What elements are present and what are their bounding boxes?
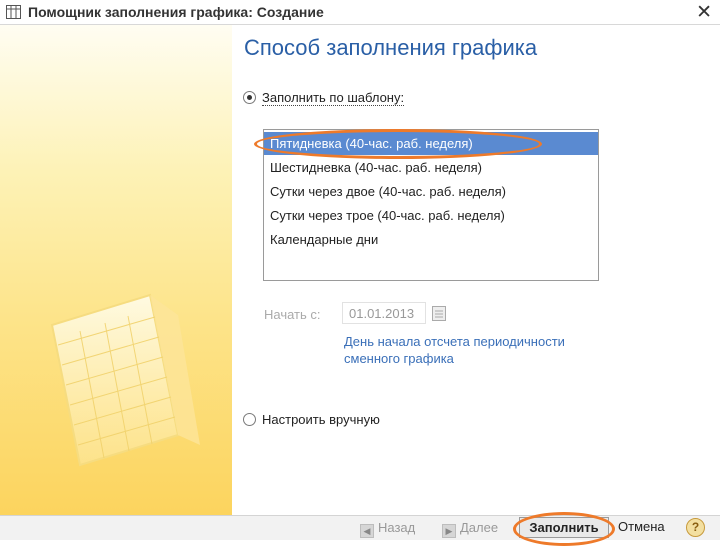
page-title: Способ заполнения графика — [244, 35, 538, 60]
fill-button[interactable]: Заполнить — [519, 517, 609, 538]
footer-bar: ◀ Назад ▶ Далее — [0, 515, 720, 540]
back-button[interactable]: ◀ Назад — [360, 520, 415, 538]
template-list[interactable]: Пятидневка (40-час. раб. неделя) Шестидн… — [263, 129, 599, 281]
calendar-grid-icon — [6, 5, 21, 19]
help-icon[interactable]: ? — [686, 518, 705, 537]
list-item[interactable]: Шестидневка (40-час. раб. неделя) — [264, 156, 598, 179]
back-arrow-icon: ◀ — [360, 524, 374, 538]
list-item[interactable]: Календарные дни — [264, 228, 598, 251]
radio-label-template[interactable]: Заполнить по шаблону: — [262, 90, 405, 106]
start-date-hint: День начала отсчета периодичности сменно… — [344, 334, 565, 366]
start-date-label: Начать с: — [264, 307, 321, 322]
close-icon[interactable]: ✕ — [696, 1, 712, 24]
list-item[interactable]: Пятидневка (40-час. раб. неделя) — [264, 132, 598, 155]
cancel-button[interactable]: Отмена — [618, 519, 665, 534]
start-date-field[interactable]: 01.01.2013 — [342, 302, 426, 324]
title-bar: Помощник заполнения графика: Создание ✕ — [0, 0, 720, 25]
list-item[interactable]: Сутки через трое (40-час. раб. неделя) — [264, 204, 598, 227]
next-button[interactable]: ▶ Далее — [442, 520, 498, 538]
radio-fill-by-template[interactable] — [243, 91, 256, 104]
window-title: Помощник заполнения графика: Создание — [28, 4, 324, 20]
next-button-label: Далее — [460, 520, 499, 535]
radio-dot — [247, 95, 252, 100]
calendar-picker-icon[interactable] — [431, 304, 447, 322]
side-panel — [0, 25, 232, 515]
radio-manual-setup[interactable] — [243, 413, 256, 426]
next-arrow-icon: ▶ — [442, 524, 456, 538]
radio-label-manual[interactable]: Настроить вручную — [262, 412, 380, 427]
list-item[interactable]: Сутки через двое (40-час. раб. неделя) — [264, 180, 598, 203]
back-button-label: Назад — [378, 520, 416, 535]
calendar-illustration — [50, 293, 200, 467]
